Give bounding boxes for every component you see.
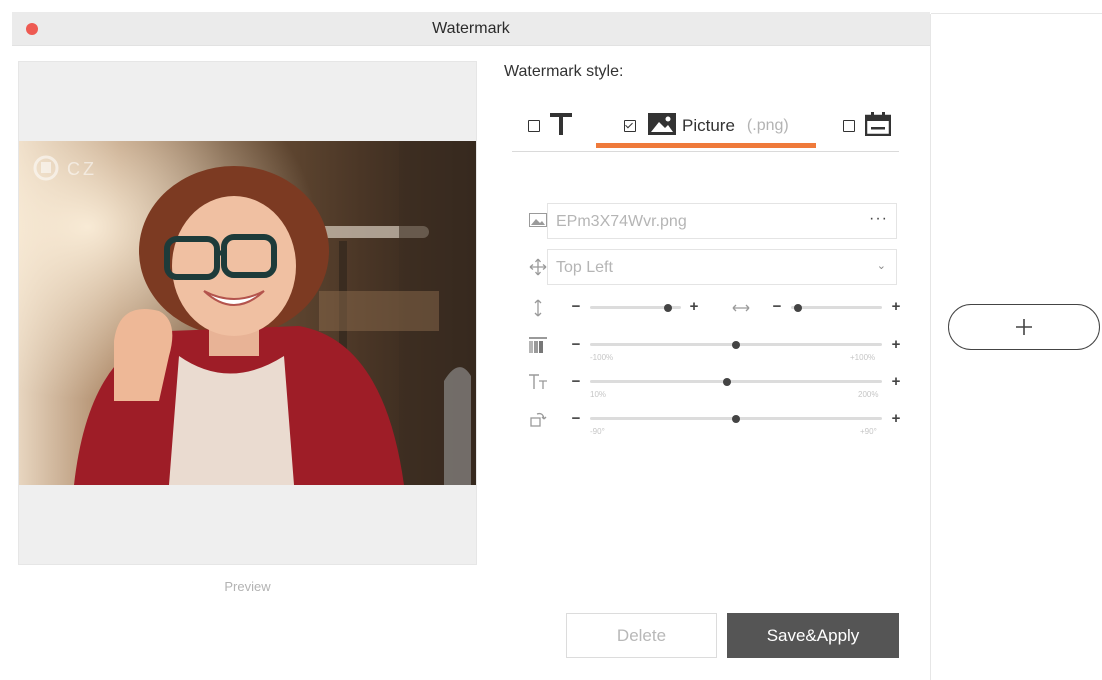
tab-date[interactable] — [843, 100, 892, 152]
position-select[interactable]: Top Left ⌄ — [547, 249, 897, 285]
plus-icon — [1016, 319, 1032, 335]
vertical-offset-plus[interactable]: + — [688, 298, 700, 315]
size-minus[interactable]: − — [570, 373, 582, 390]
rotation-knob[interactable] — [732, 415, 740, 423]
picture-file-field[interactable]: EPm3X74Wvr.png ··· — [547, 203, 897, 239]
browse-more-button[interactable]: ··· — [869, 210, 888, 228]
font-size-icon — [528, 372, 548, 392]
calendar-icon — [864, 111, 892, 141]
tab-picture-label: Picture — [682, 116, 735, 135]
vertical-offset-minus[interactable]: − — [570, 298, 582, 315]
date-style-checkbox[interactable] — [843, 120, 855, 132]
preview-panel: CZ — [18, 61, 477, 565]
picture-file-name: EPm3X74Wvr.png — [556, 213, 687, 230]
window-title: Watermark — [432, 20, 510, 37]
move-arrows-icon — [528, 257, 548, 277]
text-T-icon — [550, 112, 572, 141]
horizontal-offset-track[interactable] — [791, 306, 882, 309]
right-panel-top-rule — [931, 13, 1102, 14]
image-file-icon — [528, 210, 548, 230]
panel-divider — [930, 14, 931, 680]
horizontal-offset-icon — [731, 298, 751, 318]
position-select-value: Top Left — [556, 259, 613, 276]
vertical-offset-icon — [528, 298, 548, 318]
preview-label: Preview — [224, 579, 271, 594]
save-apply-button[interactable]: Save&Apply — [727, 613, 899, 658]
tab-text[interactable] — [528, 100, 572, 152]
title-bar: Watermark — [12, 12, 930, 46]
opacity-min-label: -100% — [590, 353, 614, 362]
rotation-minus[interactable]: − — [570, 410, 582, 427]
rotation-min-label: -90° — [590, 427, 605, 436]
add-watermark-button[interactable] — [948, 304, 1100, 350]
size-min-label: 10% — [590, 390, 607, 399]
text-style-checkbox[interactable] — [528, 120, 540, 132]
horizontal-offset-minus[interactable]: − — [771, 298, 783, 315]
rotation-max-label: +90° — [860, 427, 877, 436]
chevron-down-icon: ⌄ — [876, 260, 886, 272]
opacity-icon — [528, 335, 548, 355]
picture-icon — [648, 112, 676, 140]
picture-style-checkbox[interactable] — [624, 120, 636, 132]
rotation-plus[interactable]: + — [890, 410, 902, 427]
size-track[interactable] — [590, 380, 882, 383]
watermark-style-tabs: Picture (.png) — [512, 100, 899, 152]
size-plus[interactable]: + — [890, 373, 902, 390]
opacity-max-label: +100% — [850, 353, 876, 362]
opacity-knob[interactable] — [732, 341, 740, 349]
delete-button[interactable]: Delete — [566, 613, 717, 658]
opacity-plus[interactable]: + — [890, 336, 902, 353]
opacity-minus[interactable]: − — [570, 336, 582, 353]
watermark-style-label: Watermark style: — [504, 63, 624, 80]
horizontal-offset-plus[interactable]: + — [890, 298, 902, 315]
preview-image: CZ — [19, 141, 476, 485]
preview-watermark-text: CZ — [67, 159, 97, 179]
rotate-icon — [528, 409, 548, 429]
size-max-label: 200% — [858, 390, 879, 399]
tab-picture-ext: (.png) — [746, 117, 789, 134]
active-tab-indicator — [596, 143, 816, 148]
